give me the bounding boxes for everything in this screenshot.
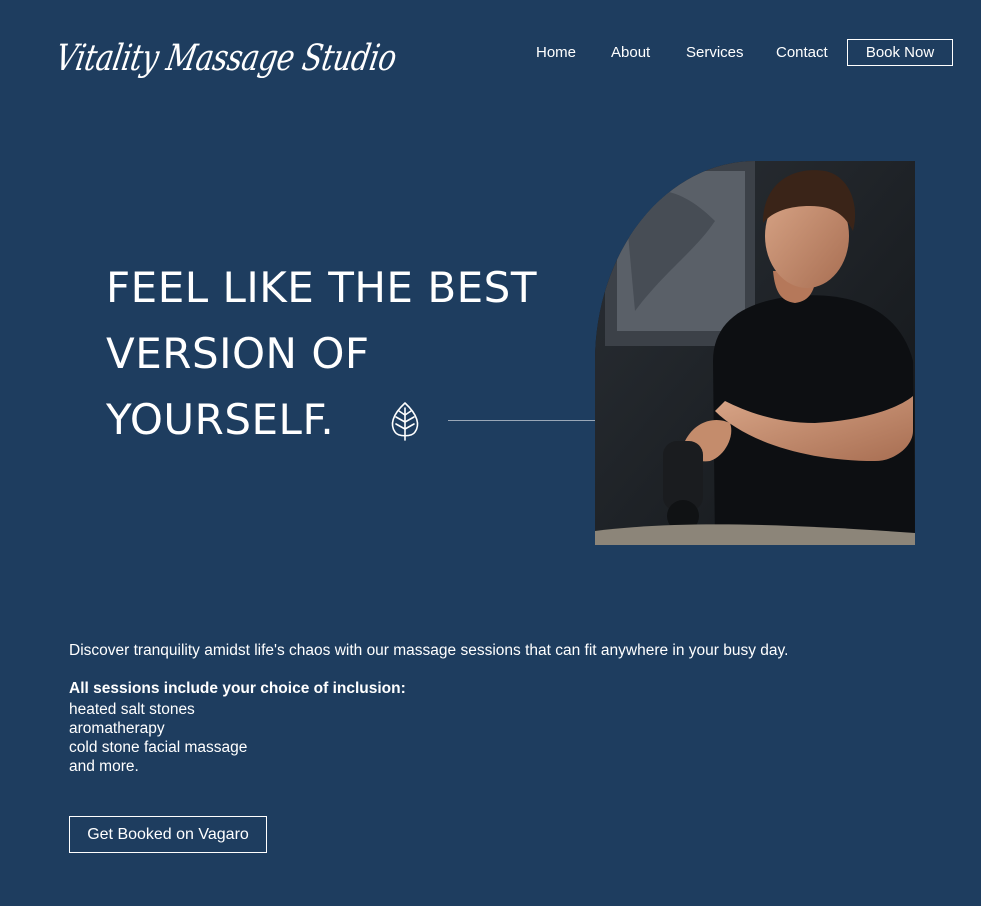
book-now-button[interactable]: Book Now	[847, 39, 953, 66]
hero-heading-line-1: FEEL LIKE THE BEST	[106, 263, 537, 312]
list-item: heated salt stones	[69, 701, 195, 718]
hero-heading: FEEL LIKE THE BEST VERSION OF YOURSELF.	[106, 255, 537, 453]
nav-home[interactable]: Home	[536, 44, 576, 61]
list-item: and more.	[69, 758, 139, 775]
therapist-photo-illustration	[595, 161, 915, 545]
inclusion-heading: All sessions include your choice of incl…	[69, 680, 406, 697]
nav-contact[interactable]: Contact	[776, 44, 828, 61]
logo[interactable]: Vitality Massage Studio	[53, 22, 400, 82]
therapist-photo	[595, 161, 915, 545]
list-item: aromatherapy	[69, 720, 165, 737]
list-item: cold stone facial massage	[69, 739, 248, 756]
inclusion-list: heated salt stones aromatherapy cold sto…	[69, 700, 247, 776]
hero-heading-line-2: VERSION OF	[106, 329, 370, 378]
leaf-icon	[391, 402, 419, 441]
nav-services[interactable]: Services	[686, 44, 744, 61]
get-booked-button[interactable]: Get Booked on Vagaro	[69, 816, 267, 853]
logo-text: Vitality Massage Studio	[52, 36, 400, 79]
intro-text: Discover tranquility amidst life's chaos…	[69, 642, 789, 659]
nav-about[interactable]: About	[611, 44, 650, 61]
